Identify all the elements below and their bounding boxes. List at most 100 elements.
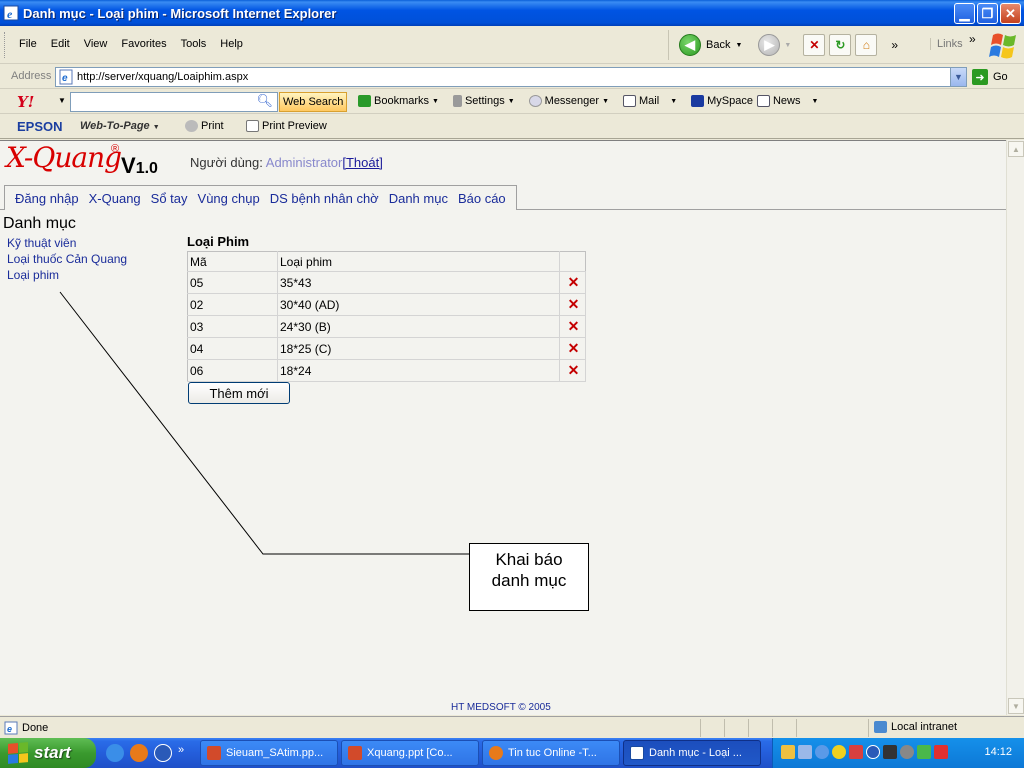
messenger-icon — [528, 95, 542, 107]
svg-text:e: e — [62, 73, 68, 84]
task-button[interactable]: Sieuam_SAtim.pp... — [200, 740, 338, 766]
tray-icon[interactable] — [798, 745, 812, 759]
address-label: Address — [11, 70, 52, 82]
scroll-down-icon[interactable]: ▼ — [1008, 698, 1024, 714]
task-label: Tin tuc Online -T... — [508, 747, 597, 759]
svg-text:e: e — [7, 7, 13, 21]
status-bar: e Done Local intranet — [0, 716, 1024, 738]
scroll-up-icon[interactable]: ▲ — [1008, 141, 1024, 157]
ie-quicklaunch-icon[interactable] — [106, 744, 124, 762]
menu-edit[interactable]: Edit — [44, 38, 77, 50]
epson-toolbar: EPSON Web-To-Page ▼ Print Print Preview — [0, 115, 1024, 139]
back-dropdown-icon[interactable]: ▼ — [735, 42, 742, 49]
messenger-button[interactable]: Messenger ▼ — [528, 95, 609, 107]
quick-launch: » — [106, 744, 184, 762]
download-quicklaunch-icon[interactable] — [154, 744, 172, 762]
page-icon: e — [59, 69, 73, 85]
page-done-icon: e — [4, 721, 18, 735]
myspace-button[interactable]: MySpace — [691, 95, 753, 107]
vertical-scrollbar[interactable]: ▲ ▼ — [1006, 140, 1024, 715]
callout-line-1: Khai báo — [495, 550, 563, 569]
refresh-button[interactable]: ↻ — [829, 34, 852, 56]
address-dropdown-icon[interactable]: ▼ — [950, 68, 966, 86]
ie-icon — [630, 746, 644, 760]
tray-icon[interactable] — [832, 745, 846, 759]
tray-icon[interactable] — [900, 745, 914, 759]
links-toolbar[interactable]: Links » — [930, 32, 976, 50]
mail-icon — [623, 95, 637, 107]
go-label: Go — [993, 71, 1008, 83]
settings-button[interactable]: Settings ▼ — [452, 95, 515, 107]
bookmarks-label: Bookmarks — [374, 95, 430, 107]
print-label: Print — [201, 120, 224, 132]
web-to-page-menu[interactable]: Web-To-Page ▼ — [80, 120, 160, 132]
tray-icon[interactable] — [866, 745, 880, 759]
search-icon[interactable]: 🔍︎ — [256, 93, 273, 109]
status-done: e Done — [4, 721, 48, 735]
menu-favorites[interactable]: Favorites — [114, 38, 173, 50]
menu-tools[interactable]: Tools — [174, 38, 214, 50]
print-preview-button[interactable]: Print Preview — [246, 120, 327, 132]
address-url: http://server/xquang/Loaiphim.aspx — [77, 71, 249, 83]
print-icon — [185, 120, 198, 132]
news-label: News — [772, 95, 801, 107]
web-search-button[interactable]: Web Search — [279, 92, 348, 112]
system-tray: 14:12 — [772, 738, 1024, 768]
settings-label: Settings — [464, 95, 505, 107]
bookmarks-button[interactable]: Bookmarks ▼ — [358, 95, 439, 107]
page-content: X-Quang ® V1.0 Người dùng: Administrator… — [0, 140, 1006, 715]
minimize-button[interactable]: ▁ — [954, 3, 975, 24]
forward-button[interactable]: ▶ — [758, 34, 781, 56]
window-titlebar: e Danh mục - Loại phim - Microsoft Inter… — [0, 0, 1024, 26]
callout-line-2: danh mục — [491, 571, 567, 590]
go-button[interactable]: ➜ Go — [972, 69, 1008, 85]
home-button[interactable]: ⌂ — [855, 34, 878, 56]
mail-label: Mail — [639, 95, 660, 107]
yahoo-toolbar: Y! ▼ 🔍︎ Web Search Bookmarks ▼ Settings ▼ … — [0, 90, 1024, 114]
page-footer: HT MEDSOFT © 2005 — [451, 702, 551, 713]
task-button-active[interactable]: Danh mục - Loại ... — [623, 740, 761, 766]
stop-button[interactable]: ✕ — [803, 34, 826, 56]
tray-icon[interactable] — [917, 745, 931, 759]
quicklaunch-chevron-icon[interactable]: » — [178, 744, 184, 762]
print-button[interactable]: Print — [185, 120, 224, 132]
tray-icon[interactable] — [883, 745, 897, 759]
task-label: Danh mục - Loại ... — [649, 747, 742, 759]
news-button[interactable]: News ▼ — [756, 95, 818, 107]
close-window-button[interactable]: ✕ — [1000, 3, 1021, 24]
mail-button[interactable]: Mail ▼ — [623, 95, 677, 107]
tray-icon[interactable] — [781, 745, 795, 759]
task-button[interactable]: Xquang.ppt [Co... — [341, 740, 479, 766]
links-chevron-icon[interactable]: » — [969, 32, 976, 46]
taskbar-tasks: Sieuam_SAtim.pp... Xquang.ppt [Co... Tin… — [200, 740, 761, 766]
yahoo-dropdown-icon[interactable]: ▼ — [58, 96, 66, 105]
task-label: Xquang.ppt [Co... — [367, 747, 453, 759]
bookmarks-icon — [358, 95, 371, 107]
menu-file[interactable]: File — [12, 38, 44, 50]
yahoo-search-input[interactable]: 🔍︎ — [70, 92, 278, 112]
links-label: Links — [937, 38, 963, 50]
menu-help[interactable]: Help — [213, 38, 250, 50]
firefox-quicklaunch-icon[interactable] — [130, 744, 148, 762]
toolbar-chevron-icon[interactable]: » — [891, 38, 898, 52]
restore-button[interactable]: ❐ — [977, 3, 998, 24]
menu-view[interactable]: View — [77, 38, 115, 50]
start-label: start — [34, 743, 71, 762]
address-field[interactable]: e http://server/xquang/Loaiphim.aspx ▼ — [55, 67, 967, 87]
firefox-icon — [489, 746, 503, 760]
windows-logo-icon — [989, 33, 1016, 59]
task-button[interactable]: Tin tuc Online -T... — [482, 740, 620, 766]
window-title: Danh mục - Loại phim - Microsoft Interne… — [23, 5, 337, 21]
intranet-icon — [874, 721, 887, 733]
tray-icon[interactable] — [849, 745, 863, 759]
forward-dropdown-icon[interactable]: ▼ — [784, 42, 791, 49]
tray-icon[interactable] — [815, 745, 829, 759]
back-button[interactable]: ◀ Back ▼ — [679, 34, 742, 56]
yahoo-logo[interactable]: Y! — [17, 93, 34, 111]
myspace-icon — [691, 95, 705, 107]
taskbar: start » Sieuam_SAtim.pp... Xquang.ppt [C… — [0, 738, 1024, 768]
tray-icon[interactable] — [934, 745, 948, 759]
epson-logo: EPSON — [17, 119, 63, 134]
task-label: Sieuam_SAtim.pp... — [226, 747, 324, 759]
start-button[interactable]: start — [0, 738, 96, 768]
